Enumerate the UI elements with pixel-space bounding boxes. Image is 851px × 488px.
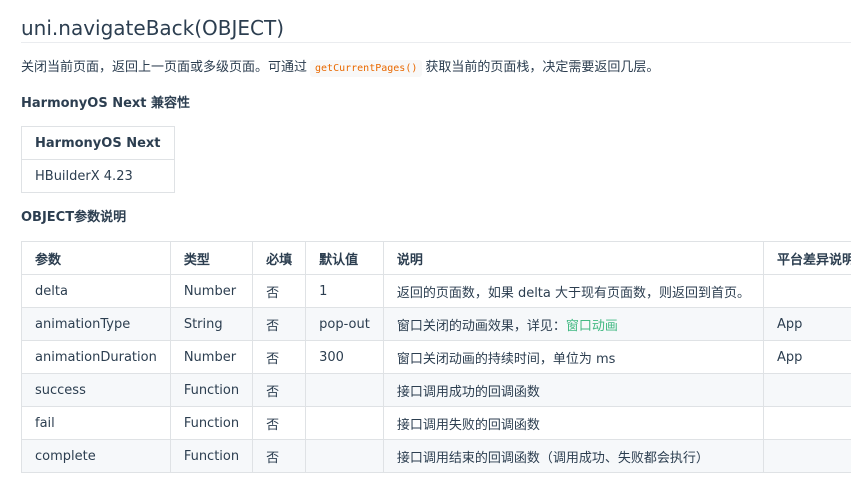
- param-description: 窗口关闭的动画效果，详见：窗口动画: [382, 307, 765, 341]
- param-description-text: 窗口关闭的动画效果，详见：: [396, 318, 566, 334]
- param-required: 否: [252, 406, 307, 440]
- window-animation-link[interactable]: 窗口动画: [566, 319, 618, 334]
- params-heading: OBJECT参数说明: [21, 210, 127, 225]
- param-required: 否: [252, 340, 307, 374]
- param-default: [305, 373, 384, 407]
- param-type: Function: [169, 406, 254, 440]
- compat-header: HarmonyOS Next: [21, 126, 175, 160]
- param-description: 返回的页面数，如果 delta 大于现有页面数，则返回到首页。: [382, 274, 765, 308]
- table-row: success Function 否 接口调用成功的回调函数: [21, 373, 851, 407]
- title-divider: [21, 42, 851, 43]
- table-row: animationDuration Number 否 300 窗口关闭动画的持续…: [21, 340, 851, 374]
- param-name: complete: [21, 439, 171, 473]
- param-platform: App: [763, 340, 851, 374]
- table-row: animationType String 否 pop-out 窗口关闭的动画效果…: [21, 307, 851, 341]
- param-name: animationDuration: [21, 340, 171, 374]
- param-platform: [763, 274, 851, 308]
- param-type: Function: [169, 373, 254, 407]
- description-text-after: 获取当前的页面栈，决定需要返回几层。: [425, 60, 660, 75]
- column-header-param: 参数: [21, 241, 171, 275]
- param-default: pop-out: [305, 307, 384, 341]
- param-name: animationType: [21, 307, 171, 341]
- compat-heading: HarmonyOS Next 兼容性: [21, 96, 191, 111]
- column-header-required: 必填: [252, 241, 307, 275]
- param-name: fail: [21, 406, 171, 440]
- param-type: String: [169, 307, 254, 341]
- compat-table: HarmonyOS Next HBuilderX 4.23: [21, 126, 175, 193]
- page-title: uni.navigateBack(OBJECT): [21, 16, 285, 40]
- api-description: 关闭当前页面，返回上一页面或多级页面。可通过 getCurrentPages() 获…: [21, 58, 659, 79]
- compat-value: HBuilderX 4.23: [21, 159, 175, 193]
- param-required: 否: [252, 373, 307, 407]
- doc-page: uni.navigateBack(OBJECT) 关闭当前页面，返回上一页面或多…: [0, 0, 851, 488]
- column-header-default: 默认值: [305, 241, 384, 275]
- inline-code: getCurrentPages(): [310, 60, 423, 77]
- param-platform: App: [763, 307, 851, 341]
- table-row: complete Function 否 接口调用结束的回调函数（调用成功、失败都…: [21, 439, 851, 473]
- column-header-platform: 平台差异说明: [763, 241, 851, 275]
- param-default: [305, 439, 384, 473]
- param-default: [305, 406, 384, 440]
- params-header-row: 参数 类型 必填 默认值 说明 平台差异说明: [21, 241, 851, 275]
- param-type: Number: [169, 274, 254, 308]
- column-header-type: 类型: [169, 241, 254, 275]
- params-table: 参数 类型 必填 默认值 说明 平台差异说明 delta Number 否 1 …: [21, 241, 851, 473]
- param-description: 窗口关闭动画的持续时间，单位为 ms: [382, 340, 765, 374]
- param-required: 否: [252, 307, 307, 341]
- param-description: 接口调用结束的回调函数（调用成功、失败都会执行）: [382, 439, 765, 473]
- param-platform: [763, 406, 851, 440]
- param-description: 接口调用成功的回调函数: [382, 373, 765, 407]
- param-default: 1: [305, 274, 384, 308]
- column-header-description: 说明: [382, 241, 765, 275]
- param-type: Function: [169, 439, 254, 473]
- param-name: success: [21, 373, 171, 407]
- param-platform: [763, 373, 851, 407]
- table-row: fail Function 否 接口调用失败的回调函数: [21, 406, 851, 440]
- param-required: 否: [252, 274, 307, 308]
- param-platform: [763, 439, 851, 473]
- param-required: 否: [252, 439, 307, 473]
- table-row: delta Number 否 1 返回的页面数，如果 delta 大于现有页面数…: [21, 274, 851, 308]
- description-text-before: 关闭当前页面，返回上一页面或多级页面。可通过: [21, 60, 308, 75]
- param-default: 300: [305, 340, 384, 374]
- param-type: Number: [169, 340, 254, 374]
- param-name: delta: [21, 274, 171, 308]
- param-description: 接口调用失败的回调函数: [382, 406, 765, 440]
